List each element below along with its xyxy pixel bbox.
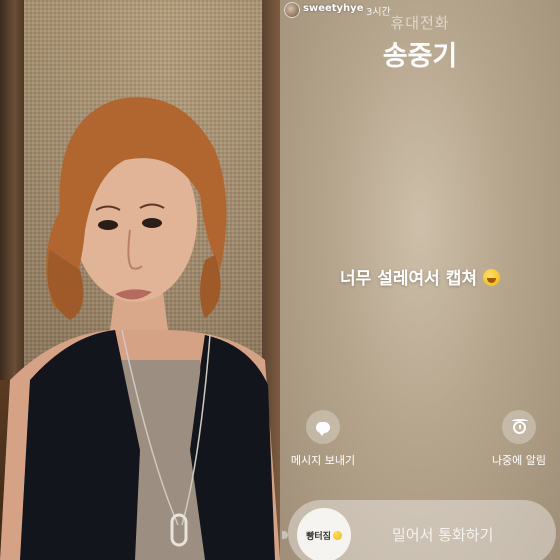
send-message-button[interactable]: 메시지 보내기 <box>263 410 383 468</box>
remind-later-button[interactable]: 나중에 알림 <box>459 410 560 468</box>
story-caption: 너무 설레여서 캡쳐 <box>280 264 560 289</box>
profile-avatar[interactable] <box>284 2 300 18</box>
send-message-label: 메시지 보내기 <box>290 454 356 467</box>
story-timestamp: 3시간 <box>366 7 391 18</box>
swipe-to-answer-label: 밀어서 통화하기 <box>392 526 494 544</box>
selfie-photo <box>0 0 280 560</box>
message-bubble-icon <box>316 421 330 436</box>
message-button-circle[interactable] <box>306 410 340 444</box>
knob-label: 빵터짐 <box>306 531 331 542</box>
alarm-clock-icon <box>511 418 528 434</box>
swipe-answer-knob[interactable]: 빵터짐 <box>297 508 351 560</box>
story-username[interactable]: sweetyhye <box>303 3 363 14</box>
hair-right-tip <box>200 255 221 318</box>
incoming-call-screen: 휴대전화 송중기 너무 설레여서 캡쳐 <box>280 0 560 560</box>
right-eye <box>142 218 162 228</box>
fearful-face-emoji <box>482 269 500 286</box>
remind-button-circle[interactable] <box>502 410 536 444</box>
remind-later-label: 나중에 알림 <box>491 454 547 467</box>
caption-text: 너무 설레여서 캡쳐 <box>340 269 477 289</box>
story-frame: 휴대전화 송중기 너무 설레여서 캡쳐 sweetyhye 3시간 메시지 보내… <box>0 0 560 560</box>
laughing-face-emoji <box>332 530 342 540</box>
person-illustration <box>0 97 280 560</box>
left-eye <box>98 220 118 230</box>
caller-name: 송중기 <box>382 41 458 72</box>
call-type-label: 휴대전화 <box>390 14 450 32</box>
